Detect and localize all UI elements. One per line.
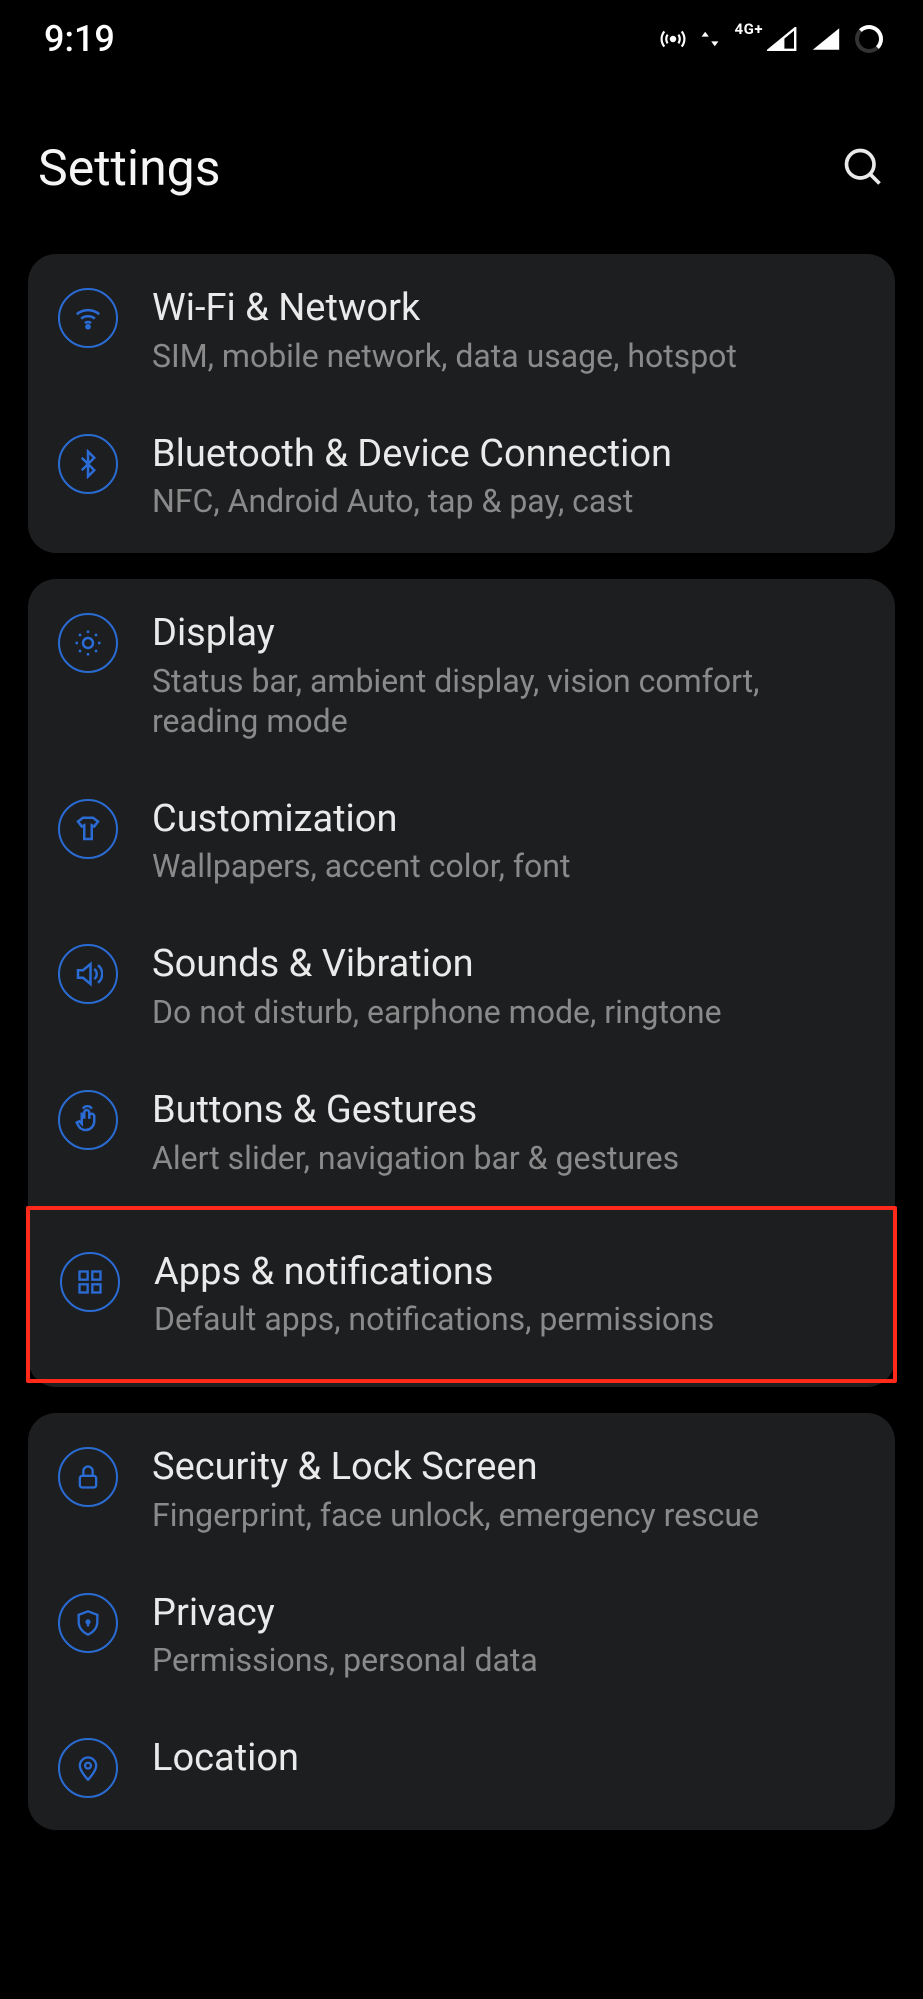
- highlight-annotation: Apps & notifications Default apps, notif…: [26, 1206, 897, 1384]
- item-title: Security & Lock Screen: [152, 1445, 869, 1491]
- page-title: Settings: [38, 140, 221, 198]
- wifi-icon: [58, 288, 118, 348]
- settings-item-customization[interactable]: Customization Wallpapers, accent color, …: [28, 769, 895, 915]
- item-title: Display: [152, 611, 869, 657]
- item-subtitle: Fingerprint, face unlock, emergency resc…: [152, 1495, 869, 1535]
- item-title: Location: [152, 1736, 869, 1782]
- settings-item-wifi[interactable]: Wi-Fi & Network SIM, mobile network, dat…: [28, 258, 895, 404]
- customization-icon: [58, 799, 118, 859]
- data-arrows-icon: [700, 27, 720, 51]
- item-subtitle: Permissions, personal data: [152, 1640, 869, 1680]
- item-subtitle: SIM, mobile network, data usage, hotspot: [152, 336, 869, 376]
- status-bar: 9:19 4G+: [0, 0, 923, 70]
- settings-item-buttons-gestures[interactable]: Buttons & Gestures Alert slider, navigat…: [28, 1060, 895, 1206]
- status-indicators: 4G+: [660, 25, 883, 53]
- settings-item-sounds[interactable]: Sounds & Vibration Do not disturb, earph…: [28, 914, 895, 1060]
- location-icon: [58, 1738, 118, 1798]
- item-title: Buttons & Gestures: [152, 1088, 869, 1134]
- item-title: Sounds & Vibration: [152, 942, 869, 988]
- item-subtitle: Do not disturb, earphone mode, ringtone: [152, 992, 869, 1032]
- loading-spinner-icon: [855, 25, 883, 53]
- settings-item-security[interactable]: Security & Lock Screen Fingerprint, face…: [28, 1417, 895, 1563]
- settings-group-security: Security & Lock Screen Fingerprint, face…: [28, 1413, 895, 1830]
- settings-group-device: Display Status bar, ambient display, vis…: [28, 579, 895, 1387]
- privacy-shield-icon: [58, 1593, 118, 1653]
- gesture-icon: [58, 1090, 118, 1150]
- settings-item-bluetooth[interactable]: Bluetooth & Device Connection NFC, Andro…: [28, 404, 895, 550]
- item-title: Customization: [152, 797, 869, 843]
- item-title: Apps & notifications: [154, 1250, 867, 1296]
- item-subtitle: Alert slider, navigation bar & gestures: [152, 1138, 869, 1178]
- item-title: Wi-Fi & Network: [152, 286, 869, 332]
- item-title: Bluetooth & Device Connection: [152, 432, 869, 478]
- item-subtitle: Wallpapers, accent color, font: [152, 846, 869, 886]
- page-header: Settings: [0, 70, 923, 228]
- item-title: Privacy: [152, 1591, 869, 1637]
- hotspot-icon: [660, 26, 686, 52]
- sound-icon: [58, 944, 118, 1004]
- signal-sim1-icon: [767, 27, 797, 51]
- status-time: 9:19: [44, 18, 115, 60]
- search-icon: [841, 145, 885, 189]
- item-subtitle: NFC, Android Auto, tap & pay, cast: [152, 481, 869, 521]
- item-subtitle: Default apps, notifications, permissions: [154, 1299, 867, 1339]
- settings-group-network: Wi-Fi & Network SIM, mobile network, dat…: [28, 254, 895, 553]
- settings-item-display[interactable]: Display Status bar, ambient display, vis…: [28, 583, 895, 769]
- network-type-label: 4G+: [734, 22, 763, 37]
- apps-icon: [60, 1252, 120, 1312]
- settings-item-privacy[interactable]: Privacy Permissions, personal data: [28, 1563, 895, 1709]
- search-button[interactable]: [841, 145, 885, 193]
- lock-icon: [58, 1447, 118, 1507]
- display-icon: [58, 613, 118, 673]
- bluetooth-icon: [58, 434, 118, 494]
- signal-sim2-icon: [811, 27, 841, 51]
- item-subtitle: Status bar, ambient display, vision comf…: [152, 661, 869, 741]
- settings-item-location[interactable]: Location: [28, 1708, 895, 1826]
- settings-item-apps-notifications[interactable]: Apps & notifications Default apps, notif…: [30, 1210, 893, 1380]
